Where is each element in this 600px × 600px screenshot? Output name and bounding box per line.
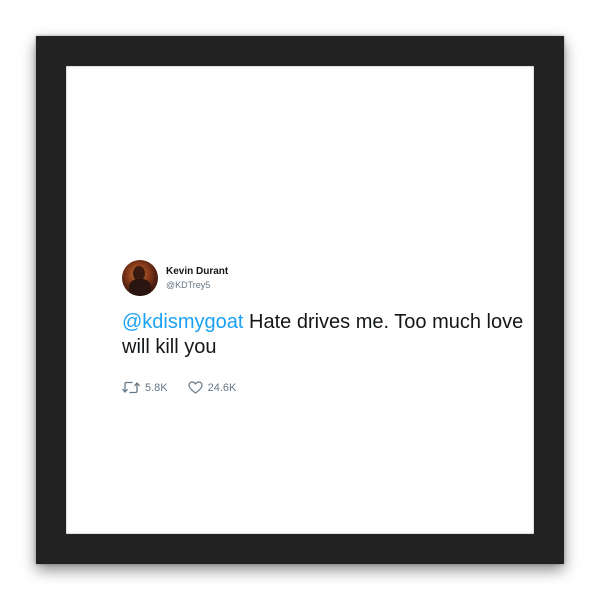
display-name: Kevin Durant (166, 266, 229, 277)
tweet-text: @kdismygoat Hate drives me. Too much lov… (122, 310, 542, 360)
mention-link: @kdismygoat (122, 311, 244, 333)
tweet-actions: 5.8K 24.6K (122, 381, 542, 394)
like-count: 24.6K (207, 381, 237, 394)
user-info: Kevin Durant @KDTrey5 (166, 265, 228, 291)
retweet-count: 5.8K (145, 381, 168, 394)
tweet-card: Kevin Durant @KDTrey5 @kdismygoat Hate d… (122, 258, 542, 394)
frame-mat: Kevin Durant @KDTrey5 @kdismygoat Hate d… (66, 66, 534, 534)
heart-icon (188, 381, 203, 394)
avatar (122, 260, 158, 296)
canvas: Kevin Durant @KDTrey5 @kdismygoat Hate d… (0, 0, 600, 600)
picture-frame: Kevin Durant @KDTrey5 @kdismygoat Hate d… (36, 36, 564, 564)
retweet-icon (122, 381, 140, 394)
retweet-action: 5.8K (122, 381, 168, 394)
user-handle: @KDTrey5 (166, 280, 211, 290)
like-action: 24.6K (188, 381, 237, 394)
tweet-header: Kevin Durant @KDTrey5 (122, 258, 542, 298)
